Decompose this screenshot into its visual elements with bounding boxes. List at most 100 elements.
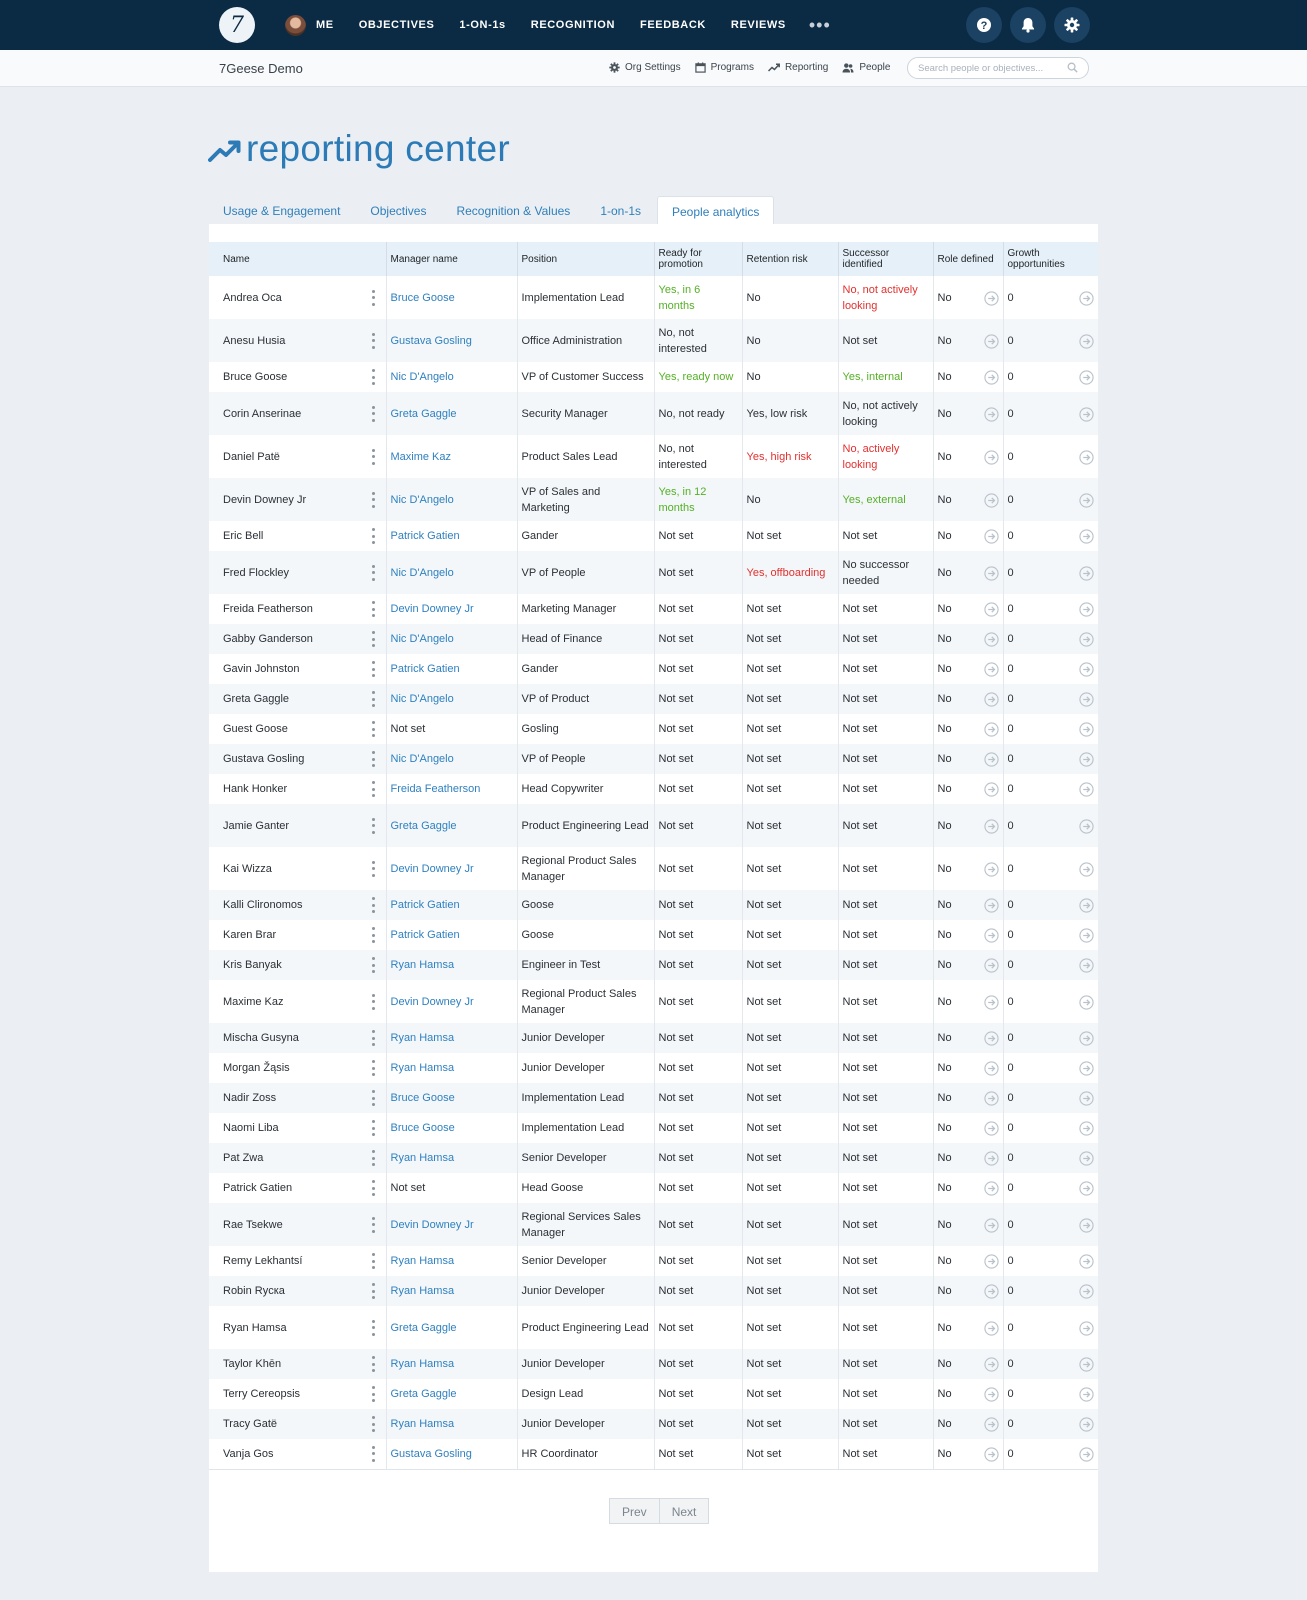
- manager-name[interactable]: Bruce Goose: [391, 1122, 455, 1134]
- arrow-right-circle-icon[interactable]: [1079, 898, 1094, 918]
- row-menu-icon[interactable]: [372, 661, 376, 677]
- employee-name[interactable]: Rae Tsekwe: [223, 1219, 283, 1231]
- row-menu-icon[interactable]: [372, 1386, 376, 1402]
- manager-name[interactable]: Nic D'Angelo: [391, 567, 454, 579]
- arrow-right-circle-icon[interactable]: [983, 928, 999, 948]
- manager-name[interactable]: Nic D'Angelo: [391, 633, 454, 645]
- row-menu-icon[interactable]: [372, 1356, 376, 1372]
- arrow-right-circle-icon[interactable]: [983, 1091, 999, 1111]
- tab-people-analytics[interactable]: People analytics: [657, 196, 775, 225]
- row-menu-icon[interactable]: [372, 332, 376, 349]
- employee-name[interactable]: Robin Rycка: [223, 1285, 285, 1297]
- employee-name[interactable]: Pat Zwa: [223, 1152, 263, 1164]
- arrow-right-circle-icon[interactable]: [983, 752, 999, 772]
- row-menu-icon[interactable]: [372, 1060, 376, 1076]
- employee-name[interactable]: Morgan Žąsis: [223, 1062, 290, 1074]
- employee-name[interactable]: Terry Cereopsis: [223, 1388, 300, 1400]
- manager-name[interactable]: Ryan Hamsa: [391, 1418, 455, 1430]
- employee-name[interactable]: Mischa Gusyna: [223, 1032, 299, 1044]
- arrow-right-circle-icon[interactable]: [1079, 662, 1094, 682]
- employee-name[interactable]: Bruce Goose: [223, 371, 287, 383]
- arrow-right-circle-icon[interactable]: [1079, 1417, 1094, 1437]
- row-menu-icon[interactable]: [372, 860, 376, 877]
- arrow-right-circle-icon[interactable]: [983, 370, 999, 390]
- table-row[interactable]: Kalli Clironomos Patrick Gatien Goose Not s…: [209, 890, 1098, 920]
- arrow-right-circle-icon[interactable]: [983, 632, 999, 652]
- manager-name[interactable]: Nic D'Angelo: [391, 494, 454, 506]
- arrow-right-circle-icon[interactable]: [1079, 1121, 1094, 1141]
- table-row[interactable]: Rae Tsekwe Devin Downey Jr Regional Servic…: [209, 1203, 1098, 1246]
- manager-name[interactable]: Patrick Gatien: [391, 929, 460, 941]
- arrow-right-circle-icon[interactable]: [983, 1357, 999, 1377]
- programs-link[interactable]: Programs: [694, 62, 754, 73]
- arrow-right-circle-icon[interactable]: [1079, 861, 1094, 882]
- manager-name[interactable]: Greta Gaggle: [391, 1322, 457, 1334]
- arrow-right-circle-icon[interactable]: [983, 449, 999, 470]
- manager-name[interactable]: Nic D'Angelo: [391, 371, 454, 383]
- col-header-retention-risk[interactable]: Retention risk: [742, 242, 839, 276]
- table-row[interactable]: Terry Cereopsis Greta Gaggle Design Lead No…: [209, 1379, 1098, 1409]
- arrow-right-circle-icon[interactable]: [983, 565, 999, 586]
- arrow-right-circle-icon[interactable]: [1079, 1031, 1094, 1051]
- table-row[interactable]: Vanja Gos Gustava Gosling HR Coordinator No…: [209, 1439, 1098, 1470]
- table-row[interactable]: Hank Honker Freida Featherson Head Copywri…: [209, 774, 1098, 804]
- nav-me[interactable]: ME: [316, 19, 334, 31]
- row-menu-icon[interactable]: [372, 1030, 376, 1046]
- row-menu-icon[interactable]: [372, 957, 376, 973]
- arrow-right-circle-icon[interactable]: [1079, 565, 1094, 586]
- arrow-right-circle-icon[interactable]: [1079, 1091, 1094, 1111]
- employee-name[interactable]: Gustava Gosling: [223, 753, 304, 765]
- arrow-right-circle-icon[interactable]: [1079, 1061, 1094, 1081]
- table-row[interactable]: Morgan Žąsis Ryan Hamsa Junior Developer No…: [209, 1053, 1098, 1083]
- tab-recognition-values[interactable]: Recognition & Values: [442, 196, 584, 225]
- arrow-right-circle-icon[interactable]: [1079, 1320, 1094, 1341]
- table-row[interactable]: Guest Goose Not set Gosling Not set Not set N…: [209, 714, 1098, 744]
- table-row[interactable]: Anesu Husia Gustava Gosling Office Adminis…: [209, 319, 1098, 362]
- arrow-right-circle-icon[interactable]: [983, 290, 999, 311]
- row-menu-icon[interactable]: [372, 1150, 376, 1166]
- manager-name[interactable]: Ryan Hamsa: [391, 1255, 455, 1267]
- arrow-right-circle-icon[interactable]: [983, 994, 999, 1015]
- avatar[interactable]: [285, 14, 306, 36]
- row-menu-icon[interactable]: [372, 927, 376, 943]
- employee-name[interactable]: Taylor Khēn: [223, 1358, 281, 1370]
- row-menu-icon[interactable]: [372, 405, 376, 422]
- manager-name[interactable]: Ryan Hamsa: [391, 1285, 455, 1297]
- arrow-right-circle-icon[interactable]: [983, 818, 999, 839]
- employee-name[interactable]: Greta Gaggle: [223, 693, 289, 705]
- col-header-ready-promotion[interactable]: Ready for promotion: [654, 242, 743, 276]
- arrow-right-circle-icon[interactable]: [983, 1254, 999, 1274]
- manager-name[interactable]: Ryan Hamsa: [391, 959, 455, 971]
- row-menu-icon[interactable]: [372, 448, 376, 465]
- arrow-right-circle-icon[interactable]: [1079, 928, 1094, 948]
- table-row[interactable]: Andrea Oca Bruce Goose Implementation Lead…: [209, 276, 1098, 319]
- table-row[interactable]: Kai Wizza Devin Downey Jr Regional Product…: [209, 847, 1098, 890]
- manager-name[interactable]: Greta Gaggle: [391, 1388, 457, 1400]
- manager-name[interactable]: Devin Downey Jr: [391, 603, 474, 615]
- manager-name[interactable]: Freida Featherson: [391, 783, 481, 795]
- table-row[interactable]: Patrick Gatien Not set Head Goose Not set No…: [209, 1173, 1098, 1203]
- employee-name[interactable]: Hank Honker: [223, 783, 287, 795]
- row-menu-icon[interactable]: [372, 1180, 376, 1196]
- employee-name[interactable]: Kalli Clironomos: [223, 899, 302, 911]
- table-row[interactable]: Mischa Gusyna Ryan Hamsa Junior Developer N…: [209, 1023, 1098, 1053]
- employee-name[interactable]: Kai Wizza: [223, 863, 272, 875]
- employee-name[interactable]: Eric Bell: [223, 530, 263, 542]
- arrow-right-circle-icon[interactable]: [983, 333, 999, 354]
- table-row[interactable]: Fred Flockley Nic D'Angelo VP of People Not…: [209, 551, 1098, 594]
- table-row[interactable]: Tracy Gatë Ryan Hamsa Junior Developer Not …: [209, 1409, 1098, 1439]
- arrow-right-circle-icon[interactable]: [983, 958, 999, 978]
- manager-name[interactable]: Devin Downey Jr: [391, 1219, 474, 1231]
- arrow-right-circle-icon[interactable]: [1079, 1357, 1094, 1377]
- arrow-right-circle-icon[interactable]: [983, 1387, 999, 1407]
- row-menu-icon[interactable]: [372, 528, 376, 544]
- employee-name[interactable]: Patrick Gatien: [223, 1182, 292, 1194]
- manager-name[interactable]: Ryan Hamsa: [391, 1152, 455, 1164]
- arrow-right-circle-icon[interactable]: [1079, 1181, 1094, 1201]
- table-row[interactable]: Naomi Liba Bruce Goose Implementation Lead…: [209, 1113, 1098, 1143]
- employee-name[interactable]: Daniel Patë: [223, 451, 280, 463]
- arrow-right-circle-icon[interactable]: [1079, 449, 1094, 470]
- nav-feedback[interactable]: FEEDBACK: [640, 19, 706, 31]
- row-menu-icon[interactable]: [372, 1416, 376, 1432]
- col-header-position[interactable]: Position: [517, 242, 655, 276]
